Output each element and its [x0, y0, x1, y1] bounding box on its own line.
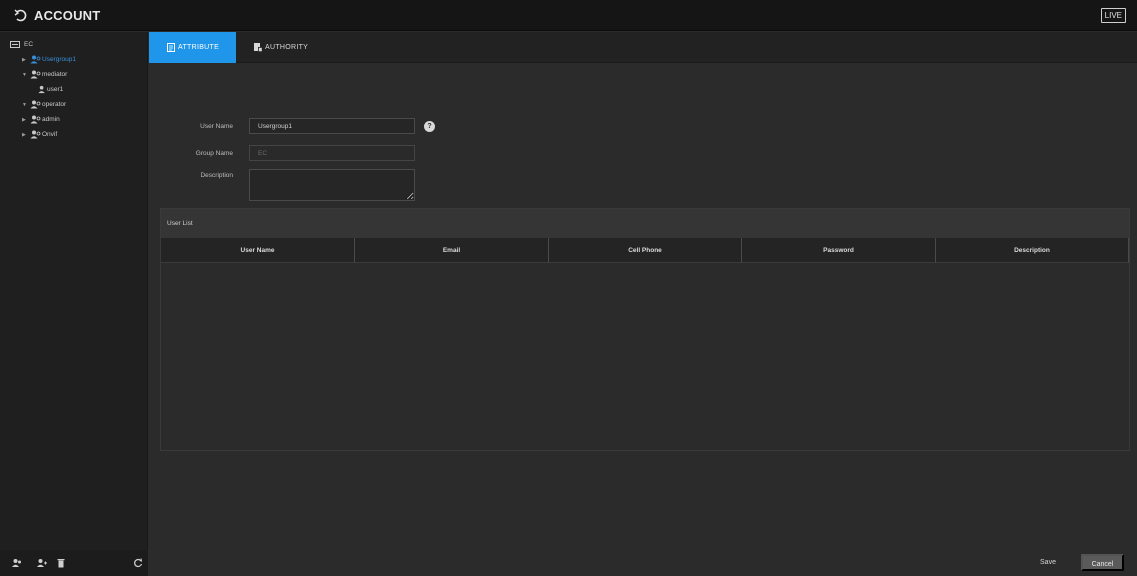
add-user-icon[interactable] — [37, 558, 47, 568]
column-email[interactable]: Email — [355, 238, 549, 263]
refresh-icon[interactable] — [133, 558, 143, 568]
collapse-arrow-icon[interactable]: ▼ — [22, 99, 30, 112]
user-name-input[interactable] — [249, 118, 415, 134]
tree-item-label: user1 — [47, 86, 64, 93]
description-label: Description — [200, 172, 233, 179]
expand-arrow-icon[interactable]: ▶ — [22, 54, 30, 67]
user-icon — [38, 85, 45, 93]
live-button[interactable]: LIVE — [1100, 8, 1126, 23]
tree-item-mediator[interactable]: ▼ mediator — [22, 68, 67, 81]
expand-arrow-icon[interactable]: ▶ — [22, 114, 30, 127]
back-icon[interactable] — [14, 9, 28, 23]
expand-arrow-icon[interactable]: ▶ — [22, 129, 30, 142]
column-password[interactable]: Password — [742, 238, 936, 263]
user-tree-sidebar: EC ▶ Usergroup1 ▼ mediator user1 ▼ operator… — [0, 32, 148, 576]
tree-item-operator[interactable]: ▼ operator — [22, 98, 66, 111]
column-user-name[interactable]: User Name — [161, 238, 355, 263]
main-panel: ATTRIBUTE AUTHORITY User Name ? Group Na… — [149, 32, 1137, 576]
delete-icon[interactable] — [56, 558, 66, 568]
column-cell-phone[interactable]: Cell Phone — [549, 238, 742, 263]
sidebar-toolbar — [0, 550, 148, 576]
tree-root[interactable]: EC — [10, 38, 33, 51]
tab-authority[interactable]: AUTHORITY — [236, 32, 328, 63]
user-name-label: User Name — [200, 123, 233, 130]
save-button[interactable]: Save — [1029, 554, 1067, 571]
account-window: ACCOUNT LIVE EC ▶ Usergroup1 ▼ mediator us… — [0, 0, 1137, 576]
group-name-input — [249, 145, 415, 161]
title-bar: ACCOUNT LIVE — [0, 0, 1137, 31]
collapse-arrow-icon[interactable]: ▼ — [22, 69, 30, 82]
tab-attribute[interactable]: ATTRIBUTE — [149, 32, 236, 63]
column-description[interactable]: Description — [936, 238, 1129, 263]
group-icon — [30, 115, 41, 124]
tree-item-user1[interactable]: user1 — [38, 83, 63, 96]
tree-item-onvif[interactable]: ▶ Onvif — [22, 128, 57, 141]
page-title: ACCOUNT — [34, 8, 101, 23]
help-icon[interactable]: ? — [424, 121, 435, 132]
description-textarea[interactable] — [249, 169, 415, 201]
tree-item-label: admin — [42, 116, 60, 123]
tree-item-label: operator — [42, 101, 67, 108]
tree-root-label: EC — [24, 41, 34, 48]
group-icon — [30, 100, 41, 109]
group-icon — [30, 130, 41, 139]
tab-label: ATTRIBUTE — [178, 44, 220, 51]
authority-icon — [254, 43, 262, 52]
add-group-icon[interactable] — [12, 558, 22, 568]
cancel-button[interactable]: Cancel — [1081, 554, 1124, 571]
group-icon — [30, 55, 41, 64]
tree-item-label: Onvif — [42, 131, 58, 138]
attribute-icon — [167, 43, 175, 52]
tree-item-admin[interactable]: ▶ admin — [22, 113, 60, 126]
tree-item-usergroup1[interactable]: ▶ Usergroup1 — [22, 53, 76, 66]
tab-bar: ATTRIBUTE AUTHORITY — [149, 32, 1137, 63]
tree-item-label: mediator — [42, 71, 68, 78]
user-list-title: User List — [161, 209, 1129, 238]
tab-label: AUTHORITY — [265, 44, 309, 51]
tree-item-label: Usergroup1 — [42, 56, 76, 63]
group-icon — [30, 70, 41, 79]
device-icon — [10, 40, 20, 48]
user-list-panel: User List User Name Email Cell Phone Pas… — [160, 208, 1130, 451]
group-name-label: Group Name — [195, 150, 233, 157]
